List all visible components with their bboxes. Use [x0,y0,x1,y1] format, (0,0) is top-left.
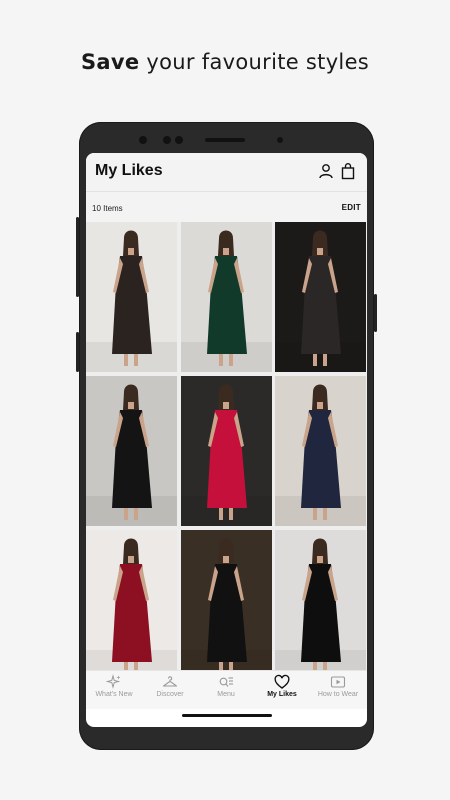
product-image [181,230,272,372]
product-tile-black-halter-swing-dress[interactable] [275,530,366,680]
product-image [181,384,272,526]
camera-icon [163,136,171,144]
product-image [86,384,177,526]
product-tile-red-wrap-maxi-dress[interactable] [181,376,272,526]
sensor-icon [277,137,283,143]
product-grid [86,222,367,680]
nav-label: What's New [95,691,133,698]
heart-icon [274,674,290,689]
sparkle-icon [106,674,121,689]
nav-label: My Likes [267,691,297,698]
hanger-icon [162,676,178,687]
play-icon [330,676,346,688]
nav-whats-new[interactable]: What's New [86,674,142,698]
nav-menu[interactable]: Menu [198,674,254,698]
product-image [181,538,272,680]
user-icon[interactable] [317,162,335,180]
nav-label: Menu [217,691,235,698]
product-tile-black-one-shoulder-gown[interactable] [86,376,177,526]
product-tile-black-wrap-dress-bar[interactable] [181,530,272,680]
nav-discover[interactable]: Discover [142,674,198,698]
nav-my-likes[interactable]: My Likes [254,674,310,698]
product-tile-navy-floral-maxi-dress[interactable] [275,376,366,526]
nav-label: How to Wear [317,691,359,698]
product-tile-sequin-mini-dress[interactable] [86,222,177,372]
camera-icon [175,136,183,144]
earpiece-speaker [205,138,245,142]
nav-label: Discover [156,691,184,698]
product-image [86,230,177,372]
headline-rest: your favourite styles [146,50,370,74]
home-indicator[interactable] [182,714,272,717]
product-tile-sparkle-wrap-dress[interactable] [275,222,366,372]
item-count: 10 Items [92,204,123,213]
product-tile-green-midi-dress[interactable] [181,222,272,372]
edit-button[interactable]: EDIT [342,203,361,212]
menu-icon [219,677,233,687]
list-toolbar: 10 Items EDIT [86,192,367,222]
bag-icon[interactable] [339,162,357,180]
product-tile-burgundy-halter-dress[interactable] [86,530,177,680]
phone-top-bezel [79,130,374,150]
headline-bold: Save [80,50,140,74]
app-screen: My Likes 10 Items EDIT What's New Discov… [86,153,367,727]
side-button [76,332,79,372]
bottom-nav: What's New Discover Menu My Likes How to… [86,670,367,709]
page-title: My Likes [95,162,163,179]
product-image [275,538,366,680]
product-image [275,384,366,526]
app-header: My Likes [86,153,367,192]
sensor-icon [139,136,147,144]
power-button [374,294,377,332]
product-image [275,230,366,372]
product-image [86,538,177,680]
phone-frame: My Likes 10 Items EDIT What's New Discov… [76,122,377,750]
promo-headline: Save your favourite styles [0,50,450,74]
nav-how-to-wear[interactable]: How to Wear [310,674,366,698]
volume-button [76,217,79,297]
